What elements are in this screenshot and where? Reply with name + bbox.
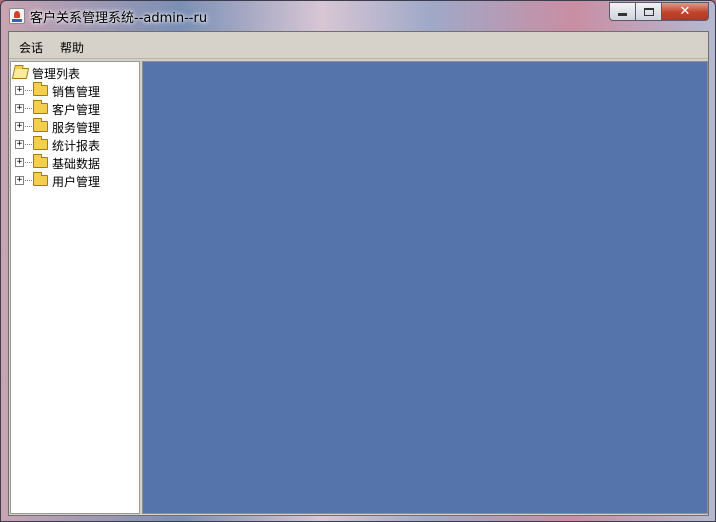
tree-connector [25, 144, 32, 145]
app-window: 客户关系管理系统--admin--ru ✕ 会话 帮助 管理列表 + 销售管理 [0, 0, 716, 522]
folder-icon [33, 154, 48, 168]
folder-icon [33, 82, 48, 96]
tree-root-label: 管理列表 [32, 66, 81, 81]
folder-icon [33, 100, 48, 114]
tree-node-service[interactable]: + 服务管理 [11, 118, 139, 136]
tree-connector [25, 180, 32, 181]
desktop-content-pane [142, 61, 708, 514]
tree-connector [25, 108, 32, 109]
expand-toggle[interactable]: + [15, 122, 24, 131]
window-controls: ✕ [609, 2, 709, 22]
tree-node-label: 统计报表 [52, 139, 101, 153]
tree-node-label: 用户管理 [52, 175, 101, 189]
tree-connector [25, 162, 32, 163]
expand-toggle[interactable]: + [15, 140, 24, 149]
tree-node-users[interactable]: + 用户管理 [11, 172, 139, 190]
tree-connector [25, 90, 32, 91]
minimize-button[interactable] [609, 2, 636, 21]
tree-node-label: 基础数据 [52, 157, 101, 171]
folder-icon [33, 136, 48, 150]
client-area: 会话 帮助 管理列表 + 销售管理 + 客户管理 + 服务管理 + 统计报表 +… [8, 31, 709, 516]
tree-node-basic-data[interactable]: + 基础数据 [11, 154, 139, 172]
menu-bar: 会话 帮助 [9, 32, 708, 59]
menu-session[interactable]: 会话 [19, 39, 43, 56]
window-title: 客户关系管理系统--admin--ru [30, 11, 208, 26]
expand-toggle[interactable]: + [15, 176, 24, 185]
expand-toggle[interactable]: + [15, 86, 24, 95]
close-button[interactable]: ✕ [662, 2, 709, 21]
folder-icon [33, 118, 48, 132]
title-bar[interactable]: 客户关系管理系统--admin--ru ✕ [1, 1, 715, 31]
tree-node-reports[interactable]: + 统计报表 [11, 136, 139, 154]
minimize-icon [618, 13, 627, 16]
tree-node-customers[interactable]: + 客户管理 [11, 100, 139, 118]
tree-node-sales[interactable]: + 销售管理 [11, 82, 139, 100]
tree-connector [25, 126, 32, 127]
tree-root[interactable]: 管理列表 [11, 65, 81, 81]
expand-toggle[interactable]: + [15, 104, 24, 113]
tree-node-label: 服务管理 [52, 121, 101, 135]
java-app-icon[interactable] [9, 8, 25, 24]
maximize-button[interactable] [636, 2, 662, 21]
management-tree[interactable]: 管理列表 + 销售管理 + 客户管理 + 服务管理 + 统计报表 + 基础数据 … [10, 61, 140, 514]
maximize-icon [643, 7, 654, 16]
tree-node-label: 销售管理 [52, 85, 101, 99]
tree-node-label: 客户管理 [52, 103, 101, 117]
folder-icon [33, 172, 48, 186]
close-icon: ✕ [679, 4, 691, 19]
expand-toggle[interactable]: + [15, 158, 24, 167]
menu-help[interactable]: 帮助 [60, 39, 84, 56]
folder-open-icon [11, 67, 30, 79]
